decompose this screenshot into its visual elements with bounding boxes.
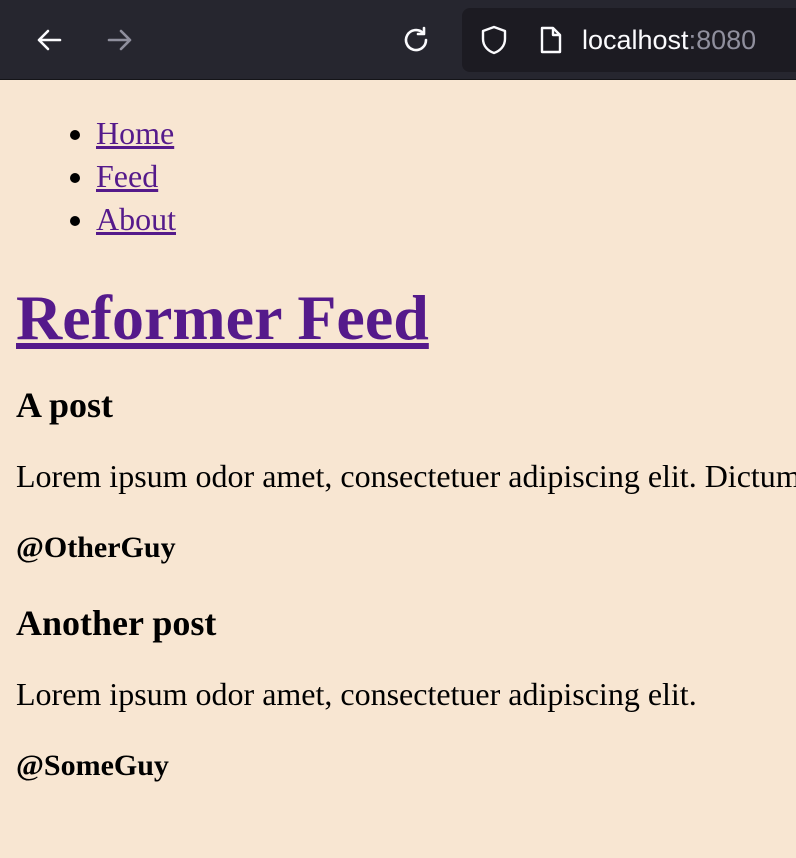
url-port: :8080	[688, 24, 757, 55]
reload-icon	[404, 26, 428, 52]
url-host: localhost	[582, 24, 689, 55]
page-icon	[534, 24, 566, 56]
nav-link-feed[interactable]: Feed	[96, 158, 158, 194]
post-title: A post	[16, 385, 114, 425]
site-nav: Home Feed About	[16, 112, 780, 241]
post-body: Lorem ipsum odor amet, consectetuer adip…	[16, 676, 697, 712]
post-author: @SomeGuy	[16, 749, 169, 782]
post-author: @OtherGuy	[16, 531, 176, 564]
back-arrow-icon	[37, 29, 62, 51]
post-title: Another post	[16, 603, 217, 643]
browser-toolbar: localhost:8080	[0, 0, 796, 80]
page-content: Home Feed About Reformer Feed A post Lor…	[0, 112, 796, 783]
nav-item-home: Home	[96, 112, 780, 155]
nav-item-feed: Feed	[96, 155, 780, 198]
nav-item-about: About	[96, 198, 780, 241]
back-button[interactable]	[27, 18, 71, 62]
post: A post Lorem ipsum odor amet, consectetu…	[16, 384, 796, 565]
post: Another post Lorem ipsum odor amet, cons…	[16, 602, 780, 783]
nav-link-about[interactable]: About	[96, 201, 176, 237]
reload-button[interactable]	[394, 18, 438, 62]
url-text[interactable]: localhost:8080	[582, 25, 756, 56]
forward-button[interactable]	[98, 18, 142, 62]
forward-arrow-icon	[107, 29, 132, 51]
address-bar[interactable]: localhost:8080	[462, 8, 796, 72]
shield-icon[interactable]	[478, 24, 510, 56]
page-title: Reformer Feed	[16, 282, 780, 354]
page-title-link[interactable]: Reformer Feed	[16, 282, 429, 353]
nav-link-home[interactable]: Home	[96, 115, 174, 151]
post-body: Lorem ipsum odor amet, consectetuer adip…	[16, 458, 796, 494]
